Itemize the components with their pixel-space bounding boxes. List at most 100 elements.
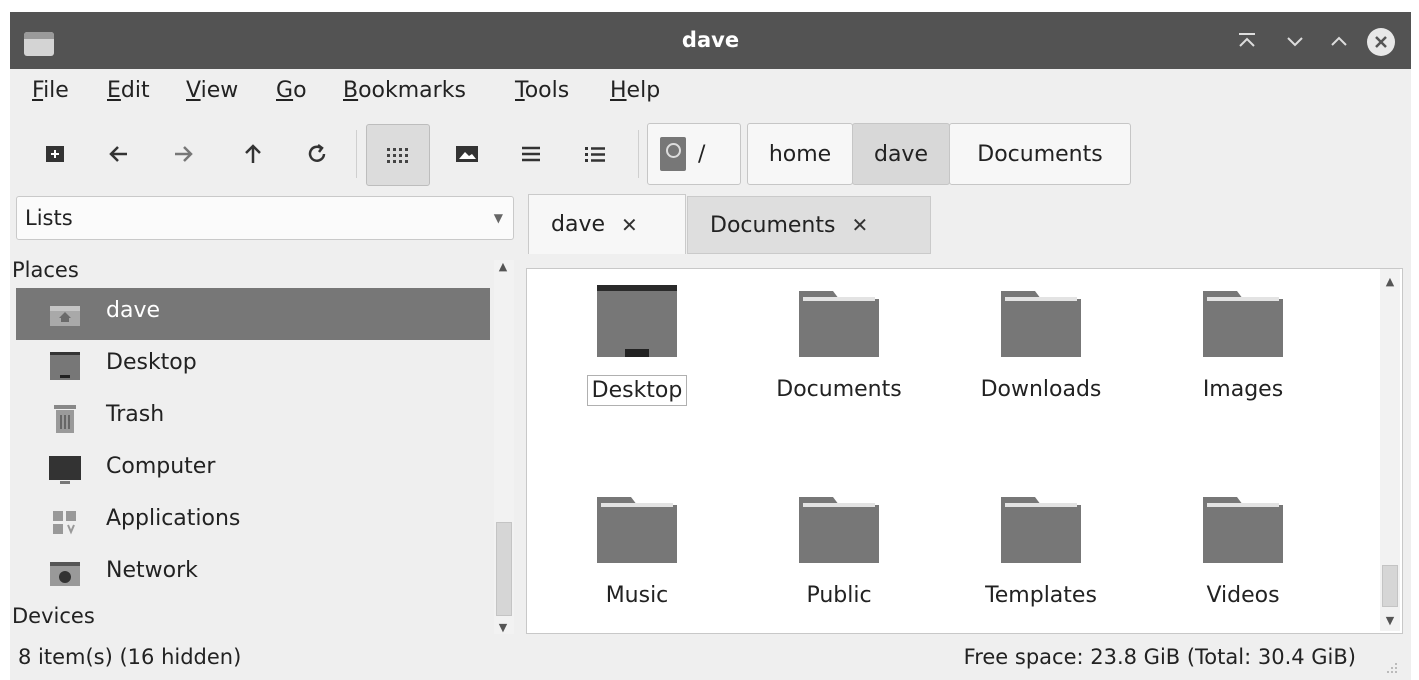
file-name: Public	[806, 583, 872, 608]
toolbar-separator	[638, 130, 639, 178]
sidebar-item-label: Desktop	[106, 350, 197, 375]
sidebar-item-label: Applications	[106, 506, 241, 531]
path-root-button[interactable]: /	[647, 123, 741, 185]
sidebar-item-desktop[interactable]: Desktop	[16, 340, 490, 392]
sidebar-item-trash[interactable]: Trash	[16, 392, 490, 444]
desktop-folder-icon	[597, 285, 677, 357]
thumbnail-view-button[interactable]	[440, 124, 494, 184]
file-item-music[interactable]: Music	[547, 491, 727, 610]
window-title: dave	[681, 28, 740, 52]
sidebar-mode-select[interactable]: Lists ▼	[16, 196, 514, 240]
file-view-scroll-thumb[interactable]	[1382, 565, 1398, 607]
sidebar-item-label: Trash	[106, 402, 165, 427]
title-bar[interactable]: dave	[10, 12, 1411, 69]
file-name: Downloads	[980, 377, 1102, 402]
detailed-list-button[interactable]	[568, 124, 622, 184]
menu-go[interactable]: Go	[276, 78, 307, 103]
file-name: Videos	[1206, 583, 1280, 608]
close-tab-icon[interactable]: ✕	[851, 213, 868, 237]
file-item-images[interactable]: Images	[1153, 285, 1333, 404]
sidebar-scroll-thumb[interactable]	[496, 522, 512, 616]
file-item-downloads[interactable]: Downloads	[951, 285, 1131, 404]
compact-view-button[interactable]	[504, 124, 558, 184]
tab-label: Documents	[710, 212, 836, 238]
menu-edit[interactable]: Edit	[107, 78, 150, 103]
file-name: Documents	[776, 377, 902, 402]
file-manager-window: dave File Edit View Go Bookmarks Tools H…	[10, 12, 1411, 680]
dropdown-arrow-icon: ▼	[493, 211, 503, 225]
sidebar-item-applications[interactable]: Applications	[16, 496, 490, 548]
sidebar-scrollbar[interactable]: ▲ ▼	[494, 260, 514, 634]
tab-dave[interactable]: dave ✕	[528, 194, 686, 254]
file-view-scrollbar[interactable]: ▲ ▼	[1380, 269, 1400, 631]
thumbnail-view-icon	[456, 146, 478, 162]
sidebar-places: Places dave Desktop Trash Computer Appli…	[10, 254, 520, 634]
scroll-up-icon[interactable]: ▲	[1381, 275, 1399, 288]
back-icon	[109, 146, 127, 162]
forward-button[interactable]	[156, 124, 210, 184]
folder-icon	[1001, 497, 1081, 563]
trash-icon	[54, 405, 76, 433]
status-bar: 8 item(s) (16 hidden) Free space: 23.8 G…	[10, 640, 1411, 680]
sidebar-item-label: dave	[106, 298, 161, 323]
scroll-up-icon[interactable]: ▲	[494, 260, 512, 273]
menu-help[interactable]: Help	[610, 78, 660, 103]
scroll-down-icon[interactable]: ▼	[494, 621, 512, 634]
computer-icon	[49, 456, 81, 484]
close-window-button[interactable]	[1367, 28, 1395, 56]
menu-view[interactable]: View	[186, 78, 238, 103]
reload-icon	[308, 144, 326, 162]
folder-icon	[1203, 497, 1283, 563]
tab-label: dave	[551, 212, 606, 237]
menu-tools[interactable]: Tools	[515, 78, 569, 103]
section-heading-places: Places	[12, 258, 79, 282]
forward-icon	[175, 146, 193, 162]
detailed-list-icon	[585, 147, 605, 162]
folder-icon	[799, 291, 879, 357]
file-name: Music	[605, 583, 669, 608]
path-crumb-dave[interactable]: dave	[852, 123, 950, 185]
file-name: Templates	[985, 583, 1097, 608]
file-name: Images	[1202, 377, 1284, 402]
menu-bar: File Edit View Go Bookmarks Tools Help	[10, 72, 1411, 112]
menu-file[interactable]: File	[32, 78, 69, 103]
file-item-videos[interactable]: Videos	[1153, 491, 1333, 610]
new-tab-button[interactable]	[28, 124, 82, 184]
network-icon	[50, 562, 80, 586]
folder-icon	[1001, 291, 1081, 357]
file-name: Desktop	[586, 375, 688, 406]
path-root-label: /	[698, 141, 706, 167]
file-item-desktop[interactable]: Desktop	[547, 285, 727, 406]
folder-icon	[1203, 291, 1283, 357]
file-item-public[interactable]: Public	[749, 491, 929, 610]
minimize-icon[interactable]	[1280, 26, 1310, 56]
file-item-documents[interactable]: Documents	[749, 285, 929, 404]
sidebar-item-computer[interactable]: Computer	[16, 444, 490, 496]
close-tab-icon[interactable]: ✕	[621, 213, 638, 237]
menu-bookmarks[interactable]: Bookmarks	[343, 78, 466, 103]
section-heading-devices: Devices	[12, 604, 95, 628]
file-view[interactable]: Desktop Documents Downloads Images Music…	[526, 268, 1403, 634]
sidebar-item-network[interactable]: Network	[16, 548, 490, 600]
item-count-status: 8 item(s) (16 hidden)	[18, 645, 242, 669]
file-item-templates[interactable]: Templates	[951, 491, 1131, 610]
folder-icon	[597, 497, 677, 563]
sidebar-item-dave[interactable]: dave	[16, 288, 490, 340]
keep-above-icon[interactable]	[1232, 26, 1262, 56]
sidebar-item-label: Network	[106, 558, 198, 583]
sidebar-item-label: Computer	[106, 454, 216, 479]
folder-icon	[799, 497, 879, 563]
scroll-down-icon[interactable]: ▼	[1381, 614, 1399, 627]
resize-grip-icon[interactable]	[1385, 656, 1399, 673]
icon-view-button[interactable]	[366, 124, 430, 186]
home-folder-icon	[50, 306, 80, 326]
compact-view-icon	[522, 146, 540, 162]
maximize-icon[interactable]	[1324, 26, 1354, 56]
up-button[interactable]	[226, 124, 280, 184]
path-crumb-home[interactable]: home	[747, 123, 853, 185]
new-tab-icon	[46, 146, 64, 162]
reload-button[interactable]	[290, 124, 344, 184]
tab-documents[interactable]: Documents ✕	[687, 196, 931, 254]
path-crumb-documents[interactable]: Documents	[949, 123, 1131, 185]
back-button[interactable]	[92, 124, 146, 184]
